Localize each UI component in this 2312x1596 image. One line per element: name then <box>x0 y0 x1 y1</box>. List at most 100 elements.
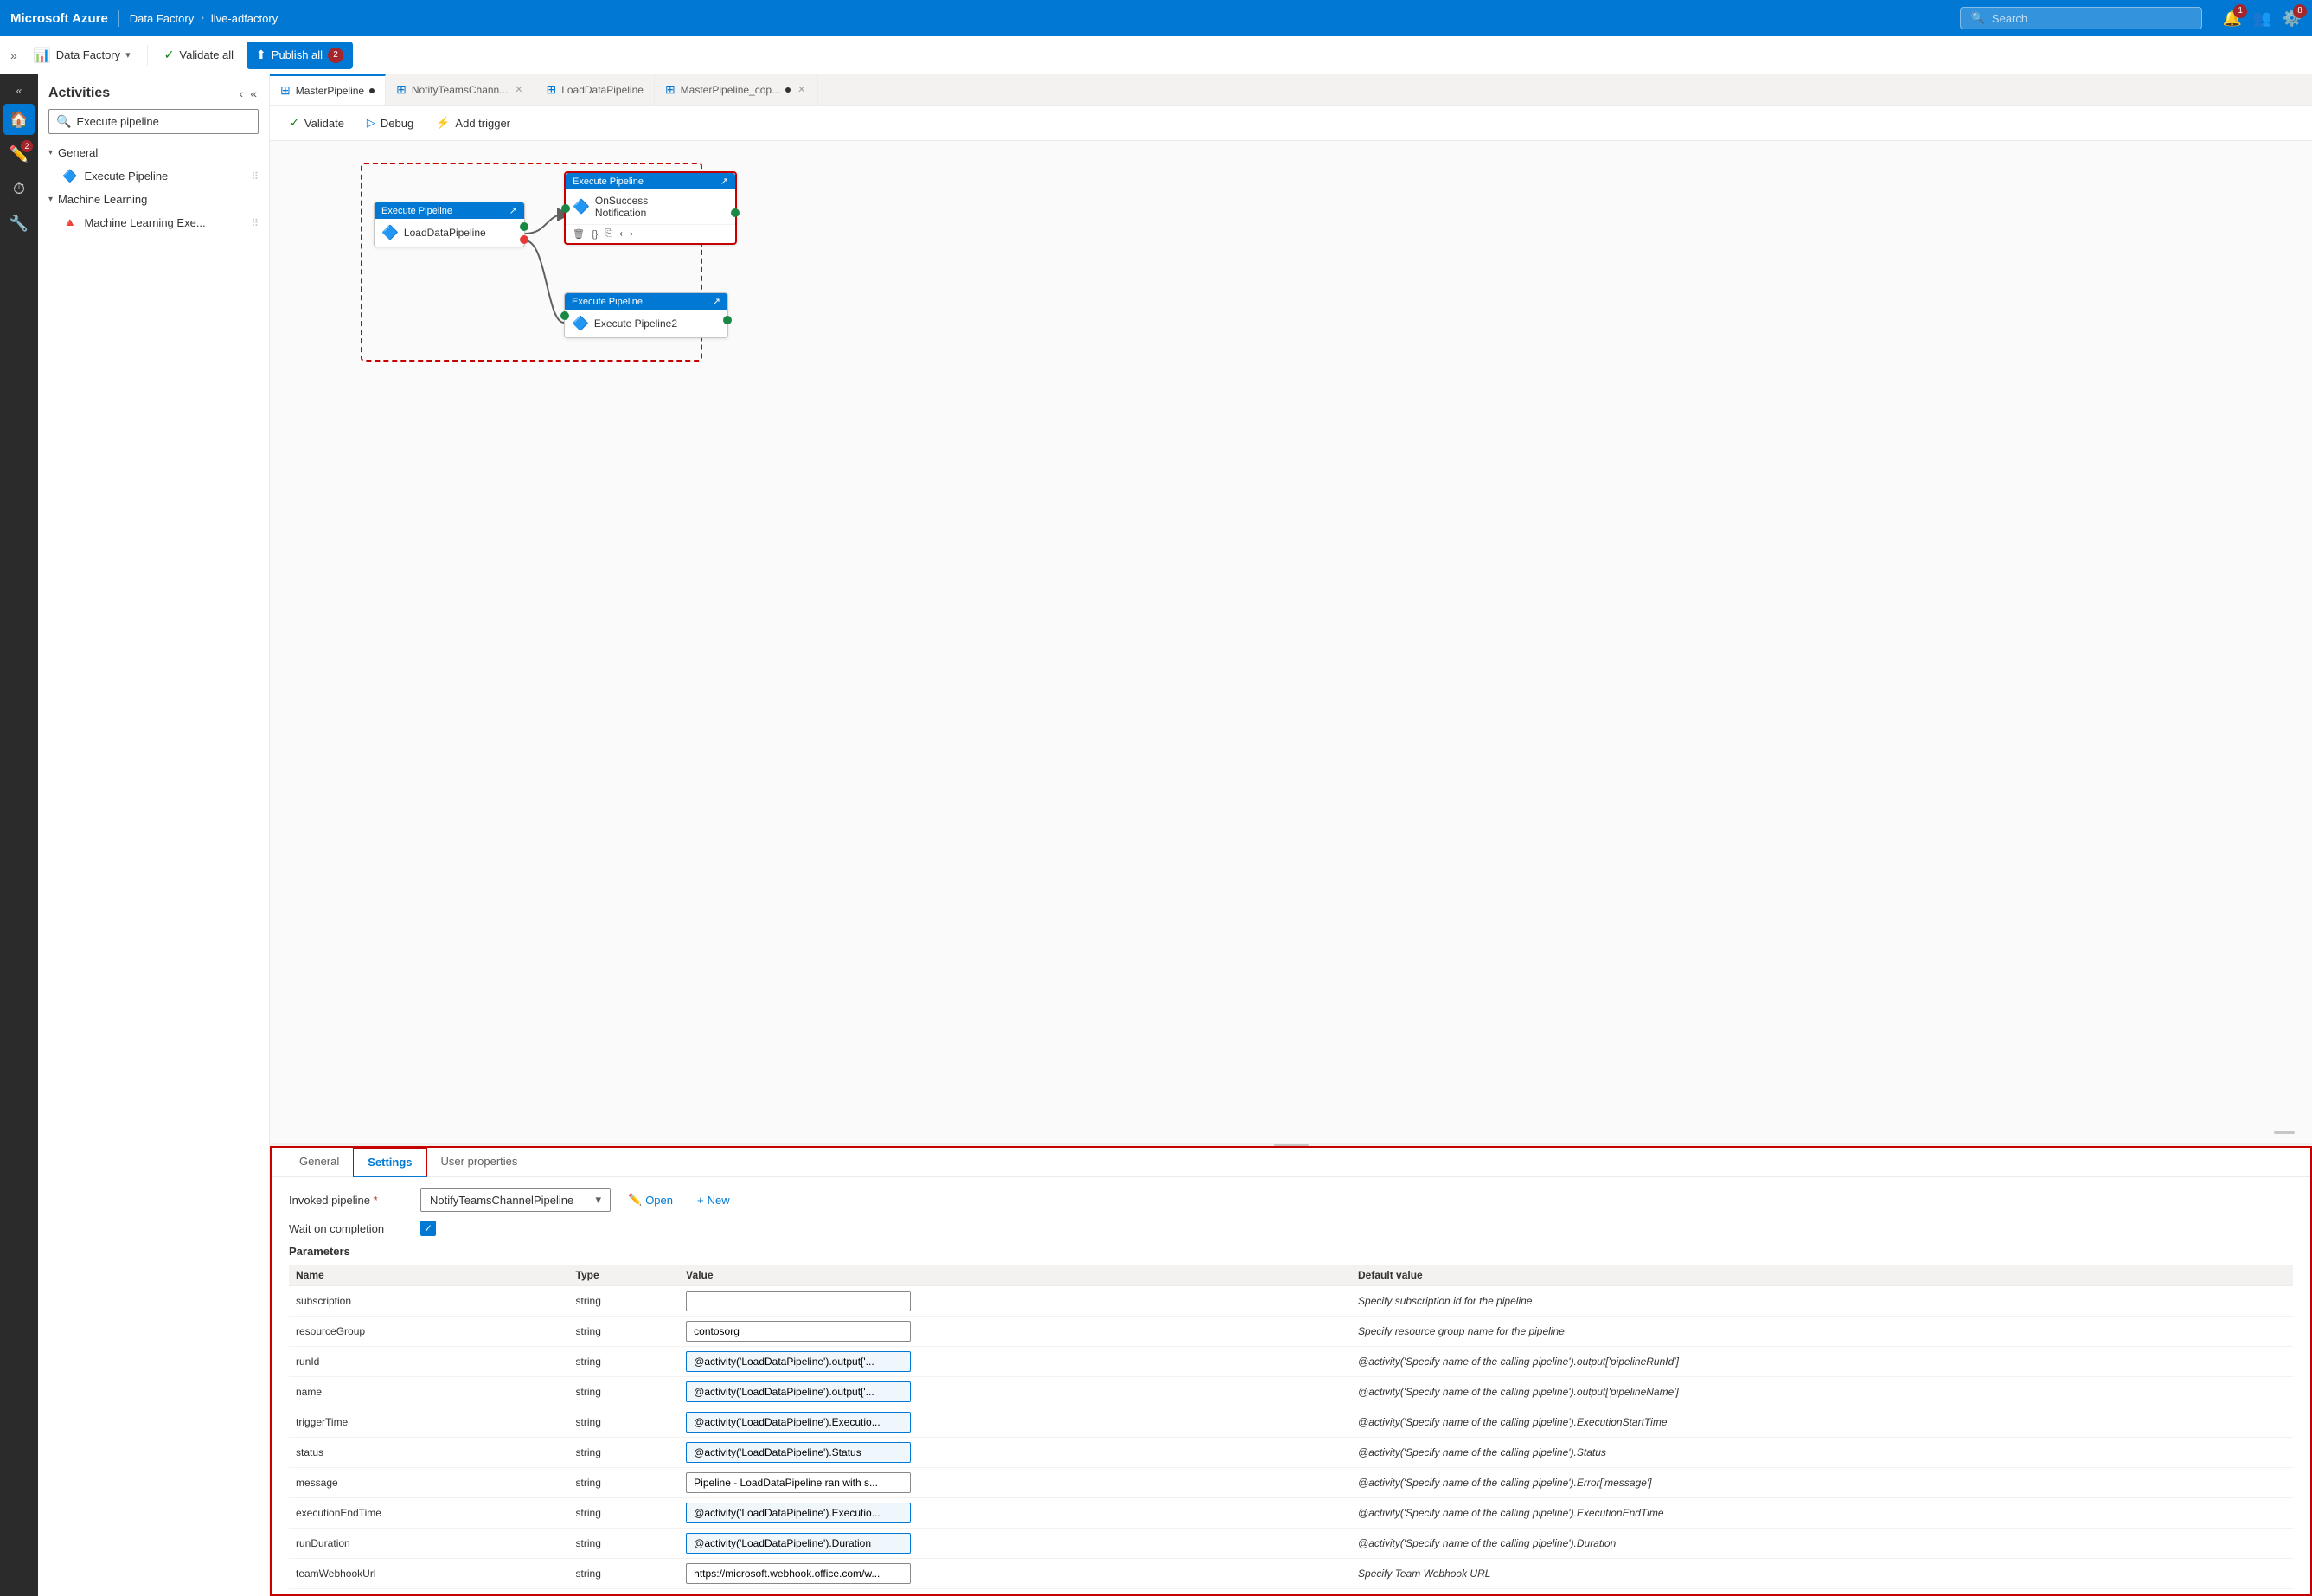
node2-footer: 🗑 {} ⎘ ⟷ <box>566 224 735 243</box>
node2-output-right[interactable] <box>731 208 740 217</box>
data-factory-btn[interactable]: 📊 Data Factory ▾ <box>24 41 140 70</box>
debug-label: Debug <box>381 117 413 130</box>
nav-divider <box>118 10 119 27</box>
wait-completion-checkbox-container: ✓ <box>420 1221 436 1236</box>
node3-body: 🔷 Execute Pipeline2 <box>565 310 727 337</box>
search-placeholder: Search <box>1992 12 2027 25</box>
param-value-cell-0 <box>679 1286 1351 1317</box>
tab-close-master-copy[interactable]: ✕ <box>796 82 807 97</box>
invoked-pipeline-row: Invoked pipeline * NotifyTeamsChannelPip… <box>289 1188 2293 1212</box>
param-input-triggerTime[interactable] <box>686 1412 911 1433</box>
monitor-rail-btn[interactable]: ⏱ <box>3 173 35 204</box>
open-label: Open <box>645 1194 673 1207</box>
tab-settings[interactable]: Settings <box>353 1148 426 1177</box>
publish-all-btn[interactable]: ⬆ Publish all 2 <box>247 42 353 69</box>
parameters-title: Parameters <box>289 1245 2293 1258</box>
param-default-7: @activity('Specify name of the calling p… <box>1351 1498 2293 1529</box>
open-pipeline-btn[interactable]: ✏️ Open <box>621 1189 680 1211</box>
activities-search-input[interactable] <box>76 115 251 128</box>
node2-external-link-icon[interactable]: ↗ <box>720 176 728 187</box>
code-icon[interactable]: {} <box>592 229 598 240</box>
left-panel: Activities ‹ « 🔍 ▾ General 🔷 Execute Pip… <box>38 74 270 1596</box>
param-value-cell-7 <box>679 1498 1351 1529</box>
collapse-btn[interactable]: « <box>3 81 35 100</box>
param-value-cell-5 <box>679 1438 1351 1468</box>
add-trigger-btn[interactable]: ⚡ Add trigger <box>426 111 520 135</box>
copy-icon[interactable]: ⎘ <box>605 228 612 240</box>
edit-rail-btn[interactable]: ✏️ 2 <box>3 138 35 170</box>
param-input-teamWebhookUrl[interactable] <box>686 1563 911 1584</box>
tab-master-pipeline[interactable]: ⊞ MasterPipeline <box>270 74 386 106</box>
invoked-pipeline-select[interactable]: NotifyTeamsChannelPipeline ▾ <box>420 1188 611 1212</box>
publish-badge: 2 <box>328 48 343 63</box>
collapse-panel-btn[interactable]: ‹ <box>238 85 246 102</box>
zoom-handle[interactable] <box>2274 1131 2295 1134</box>
notifications-icon-btn[interactable]: 🔔 1 <box>2223 10 2242 28</box>
param-input-runDuration[interactable] <box>686 1533 911 1554</box>
node-execute-pipeline2[interactable]: Execute Pipeline ↗ 🔷 Execute Pipeline2 <box>564 292 728 338</box>
category-ml[interactable]: ▾ Machine Learning <box>38 188 269 211</box>
tab-label-load: LoadDataPipeline <box>561 84 644 96</box>
plus-icon: + <box>697 1194 704 1207</box>
publish-all-label: Publish all <box>272 48 323 61</box>
node1-external-link-icon[interactable]: ↗ <box>509 205 517 216</box>
validate-all-btn[interactable]: ✓ Validate all <box>155 42 243 68</box>
node3-type: Execute Pipeline <box>572 297 643 307</box>
validate-btn[interactable]: ✓ Validate <box>280 111 354 135</box>
node1-output-connector[interactable] <box>520 222 528 231</box>
service-label[interactable]: Data Factory <box>130 12 194 25</box>
param-default-9: Specify Team Webhook URL <box>1351 1559 2293 1589</box>
tab-load[interactable]: ⊞ LoadDataPipeline <box>535 74 654 106</box>
param-default-6: @activity('Specify name of the calling p… <box>1351 1468 2293 1498</box>
tab-user-properties[interactable]: User properties <box>427 1148 532 1177</box>
node2-label: OnSuccessNotification <box>595 195 648 219</box>
node1-icon: 🔷 <box>381 224 399 241</box>
tab-general[interactable]: General <box>285 1148 353 1177</box>
minimize-panel-btn[interactable]: « <box>248 85 259 102</box>
tab-master-copy[interactable]: ⊞ MasterPipeline_cop... ✕ <box>655 74 818 106</box>
param-name-8: runDuration <box>289 1529 569 1559</box>
new-pipeline-btn[interactable]: + New <box>690 1189 737 1211</box>
debug-btn[interactable]: ▷ Debug <box>357 111 423 135</box>
node-onsuccess[interactable]: Execute Pipeline ↗ 🔷 OnSuccessNotificati… <box>564 171 737 245</box>
delete-icon[interactable]: 🗑 <box>573 228 585 240</box>
param-type-1: string <box>569 1317 680 1347</box>
category-general[interactable]: ▾ General <box>38 141 269 164</box>
node3-external-link-icon[interactable]: ↗ <box>713 296 720 307</box>
param-value-cell-2 <box>679 1347 1351 1377</box>
settings-badge: 8 <box>2293 4 2307 18</box>
tab-icon-master: ⊞ <box>280 83 291 98</box>
people-icon-btn[interactable]: 👥 <box>2252 10 2271 28</box>
activities-search-box[interactable]: 🔍 <box>48 109 259 134</box>
param-row-status: statusstring@activity('Specify name of t… <box>289 1438 2293 1468</box>
home-rail-btn[interactable]: 🏠 <box>3 104 35 135</box>
link-icon[interactable]: ⟷ <box>619 228 633 240</box>
manage-rail-btn[interactable]: 🔧 <box>3 208 35 239</box>
tab-notify[interactable]: ⊞ NotifyTeamsChann... ✕ <box>386 74 535 106</box>
th-default: Default value <box>1351 1265 2293 1286</box>
param-input-subscription[interactable] <box>686 1291 911 1311</box>
tab-settings-label: Settings <box>368 1156 412 1169</box>
expand-rail-btn[interactable]: » <box>7 45 21 66</box>
ml-execute-item[interactable]: 🔺 Machine Learning Exe... ⠿ <box>38 211 269 234</box>
settings-icon-btn[interactable]: ⚙️ 8 <box>2283 10 2302 28</box>
node3-input-connector[interactable] <box>560 311 569 320</box>
node1-fail-connector[interactable] <box>520 235 528 244</box>
tab-close-notify[interactable]: ✕ <box>513 82 524 97</box>
pipeline-canvas[interactable]: Execute Pipeline ↗ 🔷 LoadDataPipeline Ex… <box>270 141 2312 1143</box>
param-input-resourceGroup[interactable] <box>686 1321 911 1342</box>
add-trigger-label: Add trigger <box>455 117 510 130</box>
node2-input-connector[interactable] <box>561 204 570 213</box>
node-load-data-pipeline[interactable]: Execute Pipeline ↗ 🔷 LoadDataPipeline <box>374 202 525 247</box>
node3-output-right[interactable] <box>723 316 732 324</box>
param-input-runId[interactable] <box>686 1351 911 1372</box>
wait-completion-checkbox[interactable]: ✓ <box>420 1221 436 1236</box>
param-input-message[interactable] <box>686 1472 911 1493</box>
param-input-name[interactable] <box>686 1381 911 1402</box>
param-input-status[interactable] <box>686 1442 911 1463</box>
search-box[interactable]: 🔍 Search <box>1960 7 2202 29</box>
tab-label-master: MasterPipeline <box>296 85 364 97</box>
execute-pipeline-item[interactable]: 🔷 Execute Pipeline ⠿ <box>38 164 269 188</box>
param-type-6: string <box>569 1468 680 1498</box>
param-input-executionEndTime[interactable] <box>686 1503 911 1523</box>
